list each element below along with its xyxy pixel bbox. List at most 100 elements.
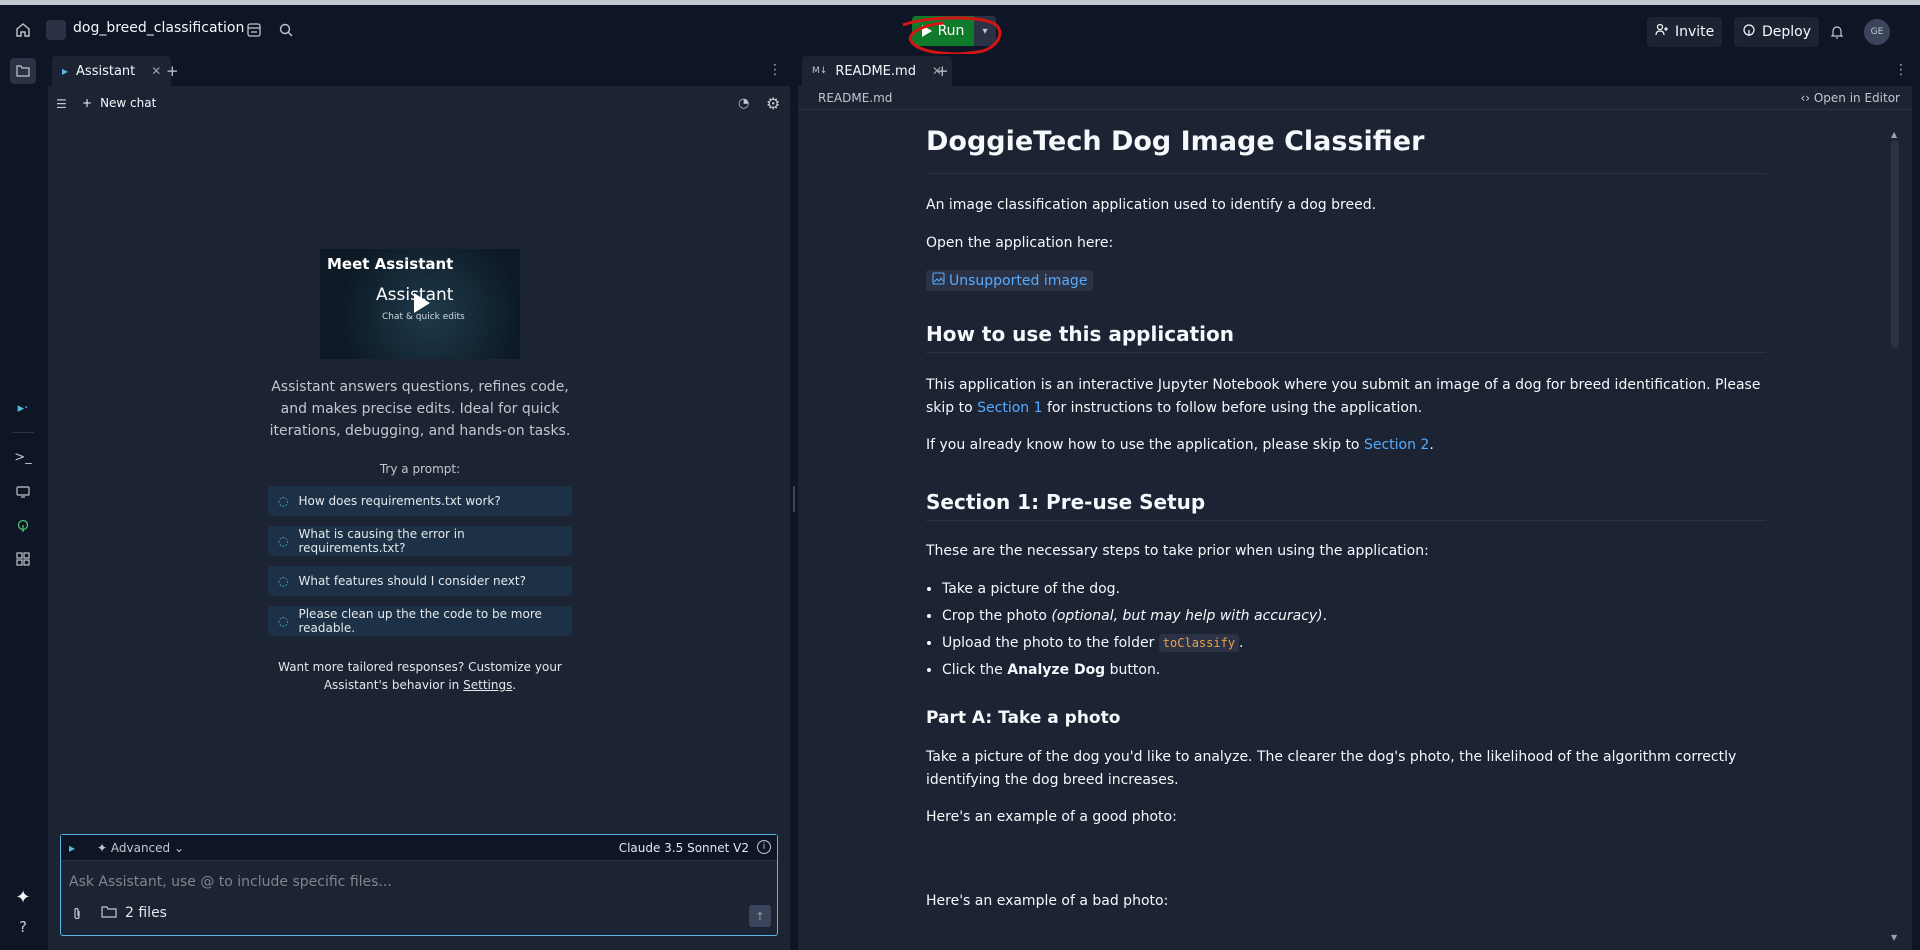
splitter-grip[interactable] bbox=[793, 486, 795, 512]
breadcrumb-file[interactable]: README.md bbox=[818, 91, 892, 105]
search-icon[interactable] bbox=[275, 19, 297, 41]
assistant-tabbar: ▸ Assistant ✕ + ⋮ bbox=[48, 54, 790, 86]
mode-selector[interactable]: ✦ Advanced ⌄ bbox=[97, 841, 184, 855]
left-rail: ▸· >_ ✦ ? bbox=[0, 54, 46, 950]
readme-title: DoggieTech Dog Image Classifier bbox=[926, 126, 1766, 174]
attached-files-button[interactable]: 2 files bbox=[101, 905, 167, 923]
image-icon bbox=[932, 272, 945, 289]
prompt-suggestion[interactable]: ◌ What features should I consider next? bbox=[268, 566, 572, 596]
tab-assistant[interactable]: ▸ Assistant ✕ bbox=[52, 56, 172, 86]
breadcrumb: README.md ‹› Open in Editor bbox=[798, 86, 1912, 110]
meet-assistant-video[interactable]: Meet Assistant Assistant Chat & quick ed… bbox=[320, 249, 520, 359]
section2-link[interactable]: Section 2 bbox=[1364, 437, 1429, 453]
send-arrow-icon[interactable]: ↑ bbox=[749, 905, 771, 927]
mode-label: Advanced bbox=[110, 841, 171, 855]
good-photo-text: Here's an example of a good photo: bbox=[926, 809, 1177, 825]
home-icon[interactable] bbox=[12, 19, 34, 41]
assistant-icon[interactable]: ▸· bbox=[10, 395, 36, 421]
run-label: Run bbox=[937, 23, 965, 39]
scroll-down-icon[interactable]: ▼ bbox=[1891, 933, 1897, 942]
heading-how-to-use: How to use this application bbox=[926, 322, 1766, 353]
assistant-logo-icon: ▸ bbox=[62, 64, 69, 78]
scroll-up-icon[interactable]: ▲ bbox=[1891, 130, 1897, 139]
unsupported-image-link[interactable]: Unsupported image bbox=[926, 270, 1094, 291]
prompt-suggestion[interactable]: ◌ How does requirements.txt work? bbox=[268, 486, 572, 516]
lightbulb-icon: ◌ bbox=[278, 614, 289, 628]
repl-name[interactable]: dog_breed_classification bbox=[73, 20, 244, 36]
step-strong: Analyze Dog bbox=[1007, 662, 1106, 678]
close-icon[interactable]: ✕ bbox=[151, 64, 161, 78]
open-in-editor-button[interactable]: ‹› Open in Editor bbox=[1800, 91, 1900, 105]
user-avatar[interactable]: GE bbox=[1864, 19, 1890, 45]
section1-link[interactable]: Section 1 bbox=[977, 400, 1042, 416]
plus-icon: + bbox=[82, 96, 93, 110]
list-item: Take a picture of the dog. bbox=[942, 578, 1327, 601]
assistant-intro: Assistant answers questions, refines cod… bbox=[269, 379, 571, 439]
heading-part-a: Part A: Take a photo bbox=[926, 708, 1121, 728]
lightbulb-icon: ◌ bbox=[278, 534, 289, 548]
add-tab-icon[interactable]: + bbox=[166, 62, 179, 80]
gear-icon[interactable]: ⚙ bbox=[766, 94, 780, 113]
scroll-thumb[interactable] bbox=[1891, 140, 1899, 348]
step-text: . bbox=[1239, 635, 1244, 651]
deployment-icon[interactable] bbox=[10, 513, 36, 539]
prompt-text: How does requirements.txt work? bbox=[298, 494, 501, 508]
bell-icon[interactable] bbox=[1826, 21, 1848, 43]
run-control: Run ▾ bbox=[912, 16, 996, 50]
steps-intro: These are the necessary steps to take pr… bbox=[926, 543, 1429, 559]
paperclip-icon[interactable] bbox=[71, 907, 83, 925]
prompt-suggestion[interactable]: ◌ What is causing the error in requireme… bbox=[268, 526, 572, 556]
help-icon[interactable]: ? bbox=[10, 914, 36, 940]
steps-list: Take a picture of the dog. Crop the phot… bbox=[926, 578, 1327, 686]
deploy-label: Deploy bbox=[1762, 24, 1812, 40]
composer-toolbar: ▸ ✦ Advanced ⌄ Claude 3.5 Sonnet V2 i bbox=[61, 835, 777, 861]
run-options-chevron-icon[interactable]: ▾ bbox=[974, 16, 996, 46]
assistant-logo-icon: ▸ bbox=[69, 841, 76, 855]
part-a-paragraph: Take a picture of the dog you'd like to … bbox=[926, 749, 1737, 788]
chat-header: ☰ + New chat ◔ ⚙ bbox=[48, 86, 790, 122]
step-text: Take a picture of the dog. bbox=[942, 581, 1121, 597]
deploy-icon bbox=[1742, 23, 1756, 41]
assistant-pane: ▸ Assistant ✕ + ⋮ ☰ + New chat ◔ ⚙ Meet … bbox=[48, 54, 790, 950]
deploy-button[interactable]: Deploy bbox=[1734, 17, 1820, 47]
play-icon[interactable] bbox=[414, 293, 430, 313]
pane-splitter[interactable] bbox=[790, 54, 798, 950]
step-text: Upload the photo to the folder bbox=[942, 635, 1155, 651]
files-count: 2 files bbox=[125, 905, 167, 921]
more-options-icon[interactable]: ⋮ bbox=[1894, 62, 1908, 78]
storage-icon[interactable] bbox=[243, 19, 265, 41]
model-label[interactable]: Claude 3.5 Sonnet V2 bbox=[619, 841, 749, 855]
monitor-icon[interactable] bbox=[10, 479, 36, 505]
chat-composer: ▸ ✦ Advanced ⌄ Claude 3.5 Sonnet V2 i 2 … bbox=[60, 834, 778, 936]
step-emphasis: (optional, but may help with accuracy) bbox=[1051, 608, 1323, 624]
files-icon[interactable] bbox=[10, 58, 36, 84]
usage-gauge-icon[interactable]: ◔ bbox=[738, 96, 749, 111]
step-text: Crop the photo bbox=[942, 608, 1047, 624]
step-text: button. bbox=[1109, 662, 1161, 678]
repl-avatar[interactable] bbox=[46, 20, 66, 40]
sparkle-icon[interactable]: ✦ bbox=[10, 884, 36, 910]
readme-scrollbar[interactable]: ▲ ▼ bbox=[1890, 130, 1900, 942]
know-text-b: . bbox=[1429, 437, 1434, 453]
invite-button[interactable]: Invite bbox=[1647, 17, 1723, 47]
prompt-text: Please clean up the the code to be more … bbox=[298, 607, 542, 635]
add-tab-icon[interactable]: + bbox=[936, 62, 949, 80]
more-options-icon[interactable]: ⋮ bbox=[768, 62, 782, 78]
info-icon[interactable]: i bbox=[757, 840, 771, 854]
chat-history-icon[interactable]: ☰ bbox=[56, 97, 67, 111]
readme-open-text: Open the application here: bbox=[926, 235, 1114, 251]
prompt-suggestion[interactable]: ◌ Please clean up the the code to be mor… bbox=[268, 606, 572, 636]
play-icon bbox=[921, 25, 932, 37]
apps-grid-icon[interactable] bbox=[10, 546, 36, 572]
new-chat-label: New chat bbox=[100, 96, 157, 110]
video-subtitle: Chat & quick edits bbox=[382, 312, 465, 322]
assistant-input[interactable] bbox=[69, 871, 759, 893]
settings-link[interactable]: Settings bbox=[463, 678, 512, 692]
lightbulb-icon: ◌ bbox=[278, 494, 289, 508]
shell-icon[interactable]: >_ bbox=[10, 444, 36, 470]
run-button[interactable]: Run bbox=[912, 16, 974, 46]
how-text-b: for instructions to follow before using … bbox=[1046, 400, 1423, 416]
tab-readme[interactable]: M↓ README.md ✕ bbox=[802, 56, 953, 86]
heading-section1: Section 1: Pre-use Setup bbox=[926, 490, 1766, 521]
new-chat-button[interactable]: + New chat bbox=[82, 96, 156, 110]
